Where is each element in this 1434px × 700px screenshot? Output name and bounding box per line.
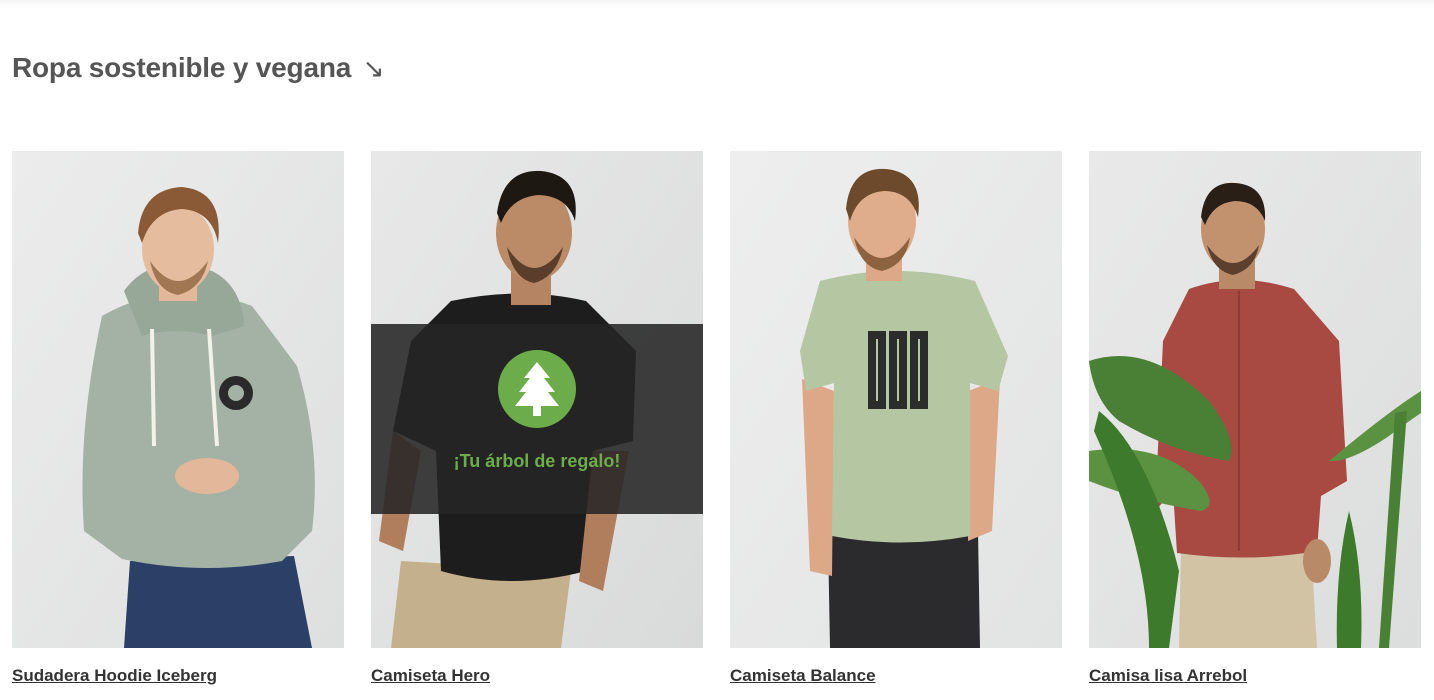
man-in-sage-green-hoodie-photo [12, 151, 344, 648]
product-image-link[interactable]: ¡Tu árbol de regalo! [371, 151, 703, 648]
gift-tree-overlay: ¡Tu árbol de regalo! [371, 324, 703, 514]
tree-icon [515, 362, 559, 416]
product-card: ¡Tu árbol de regalo! Camiseta Hero [371, 151, 703, 691]
product-card: Camiseta Balance [730, 151, 1062, 691]
gift-tree-text: ¡Tu árbol de regalo! [453, 451, 621, 471]
product-name-link[interactable]: Camisa lisa Arrebol [1089, 666, 1247, 686]
product-image-link[interactable] [730, 151, 1062, 648]
section-title: Ropa sostenible y vegana ↘ [12, 52, 384, 84]
arrow-down-right-icon: ↘ [362, 54, 385, 84]
product-card: Camisa lisa Arrebol [1089, 151, 1421, 691]
tree-badge [498, 350, 576, 428]
section-title-text: Ropa sostenible y vegana [12, 52, 352, 83]
product-image-link[interactable] [12, 151, 344, 648]
man-in-light-green-tshirt-photo [730, 151, 1062, 648]
product-name-link[interactable]: Camiseta Hero [371, 666, 490, 686]
man-in-red-shirt-photo [1089, 151, 1421, 648]
product-image-link[interactable] [1089, 151, 1421, 648]
product-card: Sudadera Hoodie Iceberg [12, 151, 344, 691]
product-name-link[interactable]: Sudadera Hoodie Iceberg [12, 666, 217, 686]
top-divider [0, 0, 1434, 6]
product-name-link[interactable]: Camiseta Balance [730, 666, 876, 686]
